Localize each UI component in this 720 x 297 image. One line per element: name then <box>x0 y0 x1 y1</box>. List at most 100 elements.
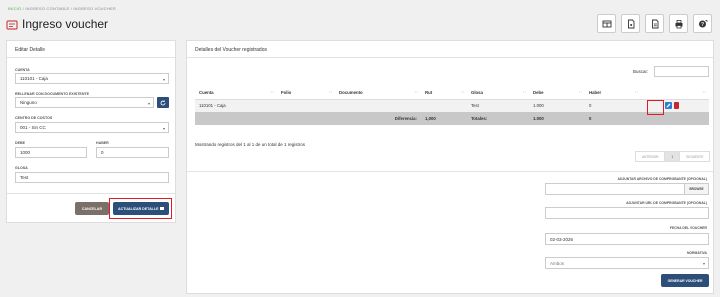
column-header-debe[interactable]: Debe ↑↓ <box>529 87 585 100</box>
cancel-button[interactable]: CANCELAR <box>75 202 109 215</box>
sort-icon: ↑↓ <box>634 90 639 94</box>
sort-icon: ↑↓ <box>328 90 333 94</box>
adjuntar-url-label: ADJUNTAR URL DE COMPROBANTE (OPCIONAL) <box>626 201 707 205</box>
glosa-label: GLOSA <box>15 166 28 170</box>
column-header-folio[interactable]: Folio ↑↓ <box>277 87 335 100</box>
column-header-cuenta[interactable]: Cuenta ↑↓ <box>195 87 277 100</box>
sort-icon: ↑↓ <box>270 90 275 94</box>
haber-input[interactable]: 0 <box>96 147 169 158</box>
pagination-prev[interactable]: ANTERIOR <box>636 152 666 161</box>
breadcrumb-current: INGRESO VOUCHER <box>73 6 116 11</box>
cell-documento <box>335 99 421 112</box>
normativa-value: Ambos <box>550 260 565 266</box>
browse-button[interactable]: BROWSE <box>684 184 708 194</box>
centro-costos-value: 001 - Sin CC <box>20 125 46 130</box>
pencil-icon <box>666 103 671 108</box>
summary-row: Diferencia: 1,000 Totales: 1.000 0 <box>195 112 709 125</box>
help-button[interactable]: ? <box>693 14 712 33</box>
voucher-details-panel: Detalles del Voucher registrados Buscar:… <box>186 40 714 294</box>
edit-detail-title: Editar Detalle <box>7 41 175 58</box>
export-pdf-detail-button[interactable] <box>645 14 664 33</box>
highlight-box <box>109 198 172 219</box>
cell-cuenta: 110101 - Caja <box>195 99 277 112</box>
column-header-rut[interactable]: Rut ↑↓ <box>421 87 467 100</box>
debe-input[interactable]: 1000 <box>15 147 87 158</box>
breadcrumb-section-link[interactable]: INGRESO CONTABLE <box>25 6 69 11</box>
cell-folio <box>277 99 335 112</box>
voucher-icon <box>6 18 18 30</box>
column-header-documento[interactable]: Documento ↑↓ <box>335 87 421 100</box>
rellenar-select-value: Ninguno <box>20 100 37 105</box>
file-upload-input[interactable]: BROWSE <box>545 183 709 195</box>
cell-debe: 1.000 <box>529 99 585 112</box>
centro-costos-label: CENTRO DE COSTOS <box>15 116 53 120</box>
sort-icon: ↑↓ <box>522 90 527 94</box>
pagination-next[interactable]: SIGUIENTE <box>680 152 709 161</box>
diferencia-label: Diferencia: <box>335 112 421 125</box>
adjuntar-archivo-label: ADJUNTAR ARCHIVO DE COMPROBANTE (OPCIONA… <box>617 177 707 181</box>
rellenar-label: RELLENAR CON DOCUMENTO EXISTENTE <box>15 92 90 96</box>
diferencia-value: 1,000 <box>421 112 467 125</box>
search-label: Buscar: <box>633 69 649 74</box>
breadcrumb-separator: / <box>22 6 25 11</box>
cuenta-select[interactable]: 110101 - Caja ▾ <box>15 73 169 84</box>
column-header-haber[interactable]: Haber ↑↓ <box>585 87 641 100</box>
export-pdf-button[interactable] <box>621 14 640 33</box>
pagination-page[interactable]: 1 <box>665 152 681 161</box>
breadcrumb-separator: / <box>70 6 73 11</box>
column-header-glosa[interactable]: Glosa ↑↓ <box>467 87 529 100</box>
divider <box>187 171 713 172</box>
haber-label: HABER <box>96 141 109 145</box>
details-table: Cuenta ↑↓ Folio ↑↓ Documento ↑↓ Rut ↑↓ Glosa… <box>195 87 709 125</box>
cell-glosa: Test <box>467 99 529 112</box>
breadcrumb-home-link[interactable]: INICIO <box>8 6 21 11</box>
pagination: ANTERIOR 1 SIGUIENTE <box>635 151 711 162</box>
highlight-box <box>647 100 664 115</box>
cuenta-label: CUENTA <box>15 68 30 72</box>
table-view-button[interactable] <box>597 14 616 33</box>
page-header: Ingreso voucher <box>6 17 108 31</box>
sort-icon: ↑↓ <box>702 90 707 94</box>
glosa-input[interactable]: Test <box>15 172 169 183</box>
print-icon <box>675 19 682 28</box>
url-input[interactable] <box>545 207 709 219</box>
fecha-label: FECHA DEL VOUCHER <box>669 226 707 230</box>
help-icon: ? <box>698 19 707 27</box>
voucher-details-title: Detalles del Voucher registrados <box>187 41 713 58</box>
edit-button[interactable] <box>665 102 672 110</box>
sort-icon: ↑↓ <box>578 90 583 94</box>
total-haber: 0 <box>585 112 641 125</box>
normativa-label: NORMATIVA <box>686 251 707 255</box>
print-button[interactable] <box>669 14 688 33</box>
divider <box>7 193 175 194</box>
records-info: Mostrando registros del 1 al 1 de un tot… <box>195 142 306 147</box>
normativa-select[interactable]: Ambos ▾ <box>545 257 709 269</box>
table-row: 110101 - Caja Test 1.000 0 <box>195 99 709 112</box>
centro-costos-select[interactable]: 001 - Sin CC ▾ <box>15 122 169 133</box>
cell-rut <box>421 99 467 112</box>
cuenta-select-value: 110101 - Caja <box>20 76 48 81</box>
cell-haber: 0 <box>585 99 641 112</box>
chevron-down-icon: ▾ <box>162 77 165 82</box>
rellenar-select[interactable]: Ninguno ▾ <box>15 97 154 108</box>
chevron-down-icon: ▾ <box>702 261 705 266</box>
top-toolbar: ? <box>597 14 712 33</box>
sort-icon: ↑↓ <box>460 90 465 94</box>
chevron-down-icon: ▾ <box>162 126 165 131</box>
column-header-actions[interactable]: ↑↓ <box>641 87 709 100</box>
refresh-button[interactable] <box>157 97 169 108</box>
page-title: Ingreso voucher <box>22 17 109 31</box>
search-input[interactable] <box>654 66 709 77</box>
delete-button[interactable] <box>674 102 679 110</box>
fecha-input[interactable]: 02-03-2026 <box>545 233 709 245</box>
generate-voucher-button[interactable]: GENERAR VOUCHER <box>661 274 709 287</box>
debe-label: DEBE <box>15 141 25 145</box>
totales-label: Totales: <box>467 112 529 125</box>
pdf-icon <box>627 19 634 28</box>
sort-icon: ↑↓ <box>414 90 419 94</box>
breadcrumb: INICIO / INGRESO CONTABLE / INGRESO VOUC… <box>8 6 116 11</box>
total-debe: 1.000 <box>529 112 585 125</box>
chevron-down-icon: ▾ <box>147 101 150 106</box>
table-icon <box>602 20 611 27</box>
refresh-icon <box>160 99 166 105</box>
